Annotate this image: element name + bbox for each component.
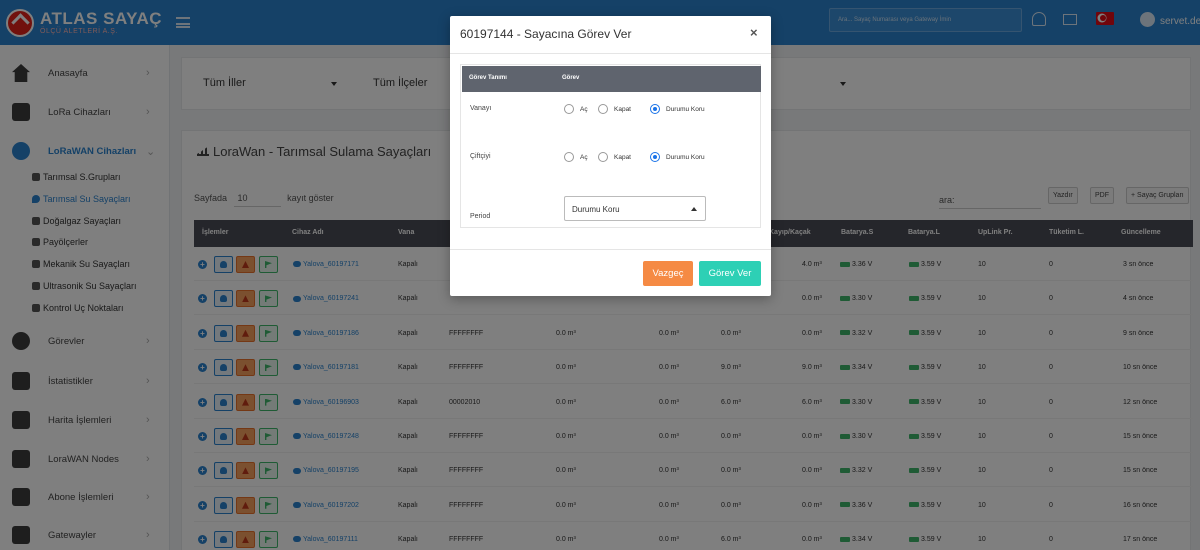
close-icon[interactable]: × <box>750 25 758 40</box>
chevron-up-icon <box>691 207 697 211</box>
period-select[interactable]: Durumu Koru <box>564 196 706 221</box>
radio-button[interactable] <box>564 104 574 114</box>
radio-option[interactable]: Kapat <box>598 152 631 162</box>
radio-option[interactable]: Durumu Koru <box>650 104 705 114</box>
task-table-header: Görev Tanımı Görev <box>462 66 761 92</box>
task-row-label: Vanayı <box>470 105 492 112</box>
task-row-label: Çiftçiyi <box>470 153 491 160</box>
cancel-button[interactable]: Vazgeç <box>643 261 693 286</box>
radio-option[interactable]: Durumu Koru <box>650 152 705 162</box>
radio-button[interactable] <box>650 152 660 162</box>
modal-title: 60197144 - Sayacına Görev Ver <box>460 27 632 41</box>
col-task: Görev <box>562 75 580 81</box>
radio-option[interactable]: Aç <box>564 104 588 114</box>
radio-button[interactable] <box>650 104 660 114</box>
col-task-definition: Görev Tanımı <box>469 75 507 81</box>
radio-button[interactable] <box>598 104 608 114</box>
assign-task-modal: 60197144 - Sayacına Görev Ver × Görev Ta… <box>450 16 771 296</box>
assign-task-button[interactable]: Görev Ver <box>699 261 761 286</box>
period-label: Period <box>470 213 491 220</box>
radio-button[interactable] <box>598 152 608 162</box>
radio-button[interactable] <box>564 152 574 162</box>
task-form: Görev Tanımı Görev Vanayı Aç Kapat Durumu K… <box>460 64 761 228</box>
radio-option[interactable]: Kapat <box>598 104 631 114</box>
radio-option[interactable]: Aç <box>564 152 588 162</box>
